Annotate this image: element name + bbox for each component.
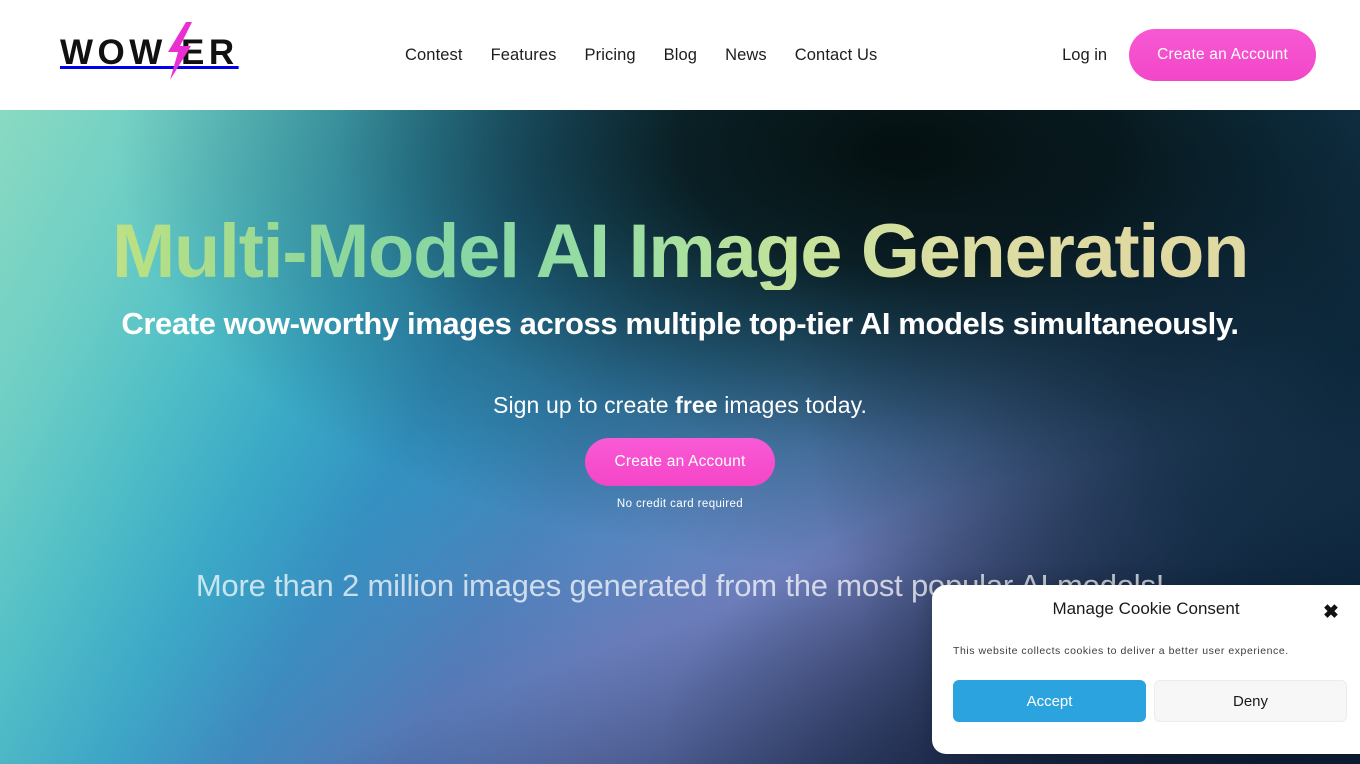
nav-item-pricing[interactable]: Pricing bbox=[571, 46, 650, 65]
cookie-accept-button[interactable]: Accept bbox=[953, 680, 1146, 722]
nav-item-blog[interactable]: Blog bbox=[650, 46, 711, 65]
main-nav: Contest Features Pricing Blog News Conta… bbox=[405, 0, 891, 110]
landing-page: WOW ER Contest Features Pricing Blog New… bbox=[0, 0, 1360, 764]
site-header: WOW ER Contest Features Pricing Blog New… bbox=[0, 0, 1360, 110]
hero-note: No credit card required bbox=[616, 498, 744, 510]
logo[interactable]: WOW ER bbox=[60, 22, 239, 80]
hero-signup-emphasis: free bbox=[675, 392, 718, 418]
header-create-account-button[interactable]: Create an Account bbox=[1129, 29, 1316, 81]
hero-create-account-button[interactable]: Create an Account bbox=[584, 438, 776, 486]
logo-text: WOW ER bbox=[60, 32, 239, 72]
hero-subtitle: Create wow-worthy images across multiple… bbox=[121, 306, 1239, 341]
lightning-bolt-icon bbox=[168, 22, 192, 80]
hero-cta-wrapper: Create an Account bbox=[0, 438, 1360, 486]
hero-title: Multi-Model AI Image Generation bbox=[0, 214, 1360, 290]
nav-item-contact-us[interactable]: Contact Us bbox=[781, 46, 892, 65]
cookie-deny-button[interactable]: Deny bbox=[1154, 680, 1347, 722]
nav-item-features[interactable]: Features bbox=[477, 46, 571, 65]
nav-item-news[interactable]: News bbox=[711, 46, 781, 65]
cookie-consent-title: Manage Cookie Consent bbox=[1052, 599, 1240, 618]
hero-signup-text: Sign up to create free images today. bbox=[0, 392, 1360, 419]
cookie-consent-dialog: Manage Cookie Consent ✖ This website col… bbox=[932, 585, 1360, 754]
cookie-consent-body: This website collects cookies to deliver… bbox=[953, 645, 1289, 657]
login-link[interactable]: Log in bbox=[1062, 46, 1107, 65]
nav-item-contest[interactable]: Contest bbox=[405, 46, 477, 65]
cookie-consent-actions: Accept Deny bbox=[953, 680, 1347, 722]
hero-signup-suffix: images today. bbox=[717, 392, 867, 418]
header-actions: Log in Create an Account bbox=[1062, 0, 1316, 110]
close-icon[interactable]: ✖ bbox=[1318, 599, 1344, 625]
hero-signup-prefix: Sign up to create bbox=[493, 392, 676, 418]
